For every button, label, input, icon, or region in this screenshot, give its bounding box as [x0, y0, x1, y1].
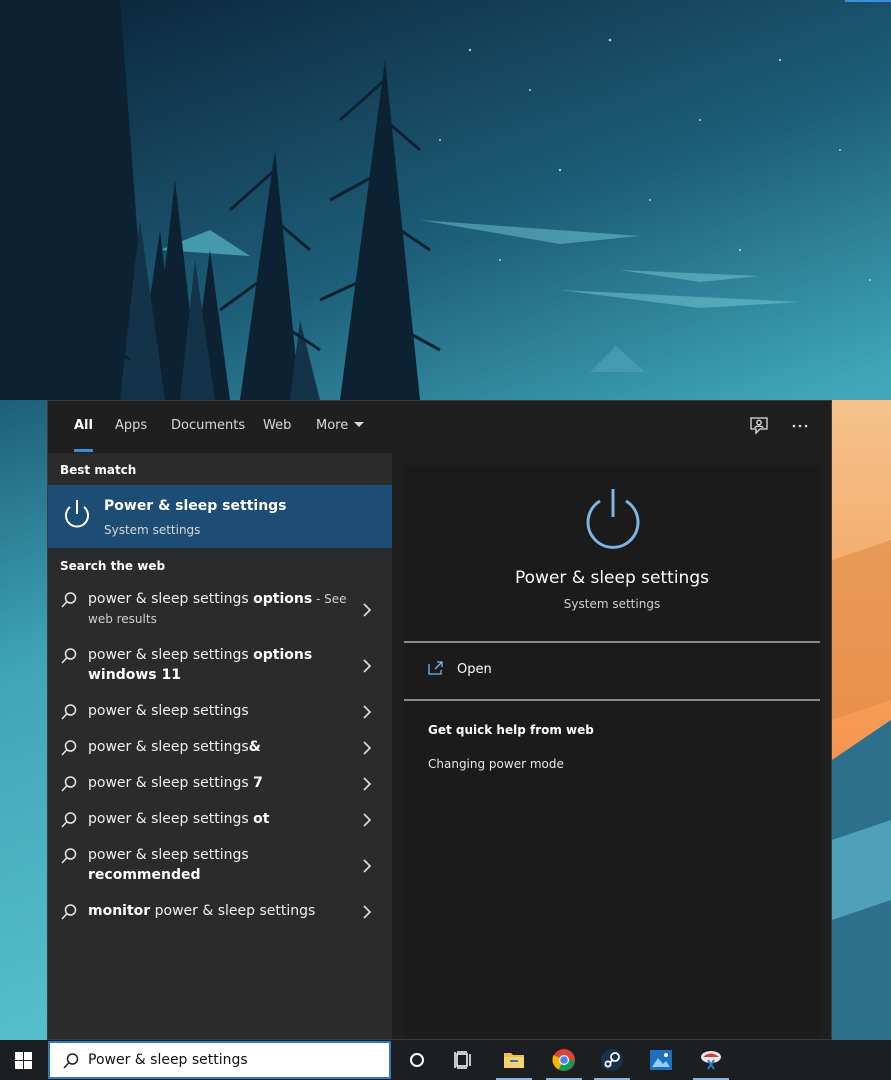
steam-icon [601, 1049, 623, 1071]
search-input-value: Power & sleep settings [88, 1052, 248, 1068]
chevron-right-icon [361, 704, 373, 719]
web-suggestion-monitor[interactable]: monitor power & sleep settings [48, 897, 392, 927]
taskbar: Power & sleep settings [0, 1040, 891, 1080]
web-suggestion-text: power & sleep settings [88, 703, 249, 719]
chevron-right-icon [361, 602, 373, 617]
quick-help-header: Get quick help from web [428, 723, 594, 737]
search-icon [60, 647, 78, 665]
search-icon [60, 811, 78, 829]
preview-card: Power & sleep settings System settings O… [404, 465, 820, 1039]
web-suggestion-text: power & sleep settings recommended [88, 847, 249, 883]
chevron-right-icon [361, 740, 373, 755]
tab-web[interactable]: Web [263, 401, 291, 453]
open-button[interactable]: Open [404, 643, 820, 697]
chevron-right-icon [361, 658, 373, 673]
chevron-right-icon [361, 904, 373, 919]
chevron-right-icon [361, 858, 373, 873]
more-options-icon[interactable] [789, 415, 811, 437]
taskbar-file-explorer[interactable] [490, 1040, 538, 1080]
chevron-down-icon [354, 422, 365, 427]
search-icon [60, 903, 78, 921]
feedback-icon[interactable] [748, 415, 770, 437]
tab-documents[interactable]: Documents [171, 401, 245, 453]
taskbar-search-input[interactable]: Power & sleep settings [48, 1041, 391, 1079]
taskbar-chrome[interactable] [540, 1040, 588, 1080]
web-suggestion-recommended[interactable]: power & sleep settings recommended [48, 841, 392, 891]
cortana-icon [410, 1053, 424, 1067]
web-suggestion-text: power & sleep settings options windows 1… [88, 647, 313, 683]
web-suggestion-options-windows-11[interactable]: power & sleep settings options windows 1… [48, 641, 392, 691]
photos-icon [650, 1050, 672, 1070]
results-pane: Best match Power & sleep settings System… [48, 453, 392, 1039]
help-link-changing-power-mode[interactable]: Changing power mode [428, 757, 564, 771]
divider [404, 699, 820, 701]
best-match-item[interactable]: Power & sleep settings System settings [48, 485, 392, 548]
open-label: Open [457, 662, 492, 677]
web-suggestion-options-see[interactable]: power & sleep settings options - See web… [48, 585, 392, 635]
folder-icon [504, 1053, 524, 1068]
web-suggestion-text: power & sleep settings ot [88, 811, 270, 827]
web-suggestion-7[interactable]: power & sleep settings 7 [48, 769, 392, 799]
taskbar-steam[interactable] [588, 1040, 636, 1080]
chevron-right-icon [361, 812, 373, 827]
search-icon [60, 591, 78, 609]
tab-all[interactable]: All [74, 401, 93, 453]
cortana-button[interactable] [393, 1040, 441, 1080]
web-suggestion-text: monitor power & sleep settings [88, 903, 316, 919]
taskbar-photos[interactable] [637, 1040, 685, 1080]
windows-logo-icon [15, 1052, 32, 1069]
search-web-header: Search the web [60, 559, 166, 573]
web-suggestion-text: power & sleep settings 7 [88, 775, 263, 791]
search-icon [60, 847, 78, 865]
best-match-subtitle: System settings [104, 523, 201, 537]
web-suggestion-ot[interactable]: power & sleep settings ot [48, 805, 392, 835]
web-suggestion-text: power & sleep settings options - See web… [88, 591, 347, 626]
chevron-right-icon [361, 776, 373, 791]
chrome-icon [552, 1049, 575, 1071]
taskbar-snipping-tool[interactable] [687, 1040, 735, 1080]
start-button[interactable] [0, 1040, 47, 1080]
web-suggestion-plain[interactable]: power & sleep settings [48, 697, 392, 727]
open-external-icon [428, 660, 444, 675]
search-icon [62, 1052, 80, 1070]
snipping-tool-icon [701, 1051, 721, 1070]
search-icon [60, 775, 78, 793]
search-icon [60, 739, 78, 757]
search-tab-bar: All Apps Documents Web More [48, 401, 831, 453]
best-match-title: Power & sleep settings [104, 498, 287, 514]
tab-more-label: More [316, 418, 349, 433]
best-match-header: Best match [60, 463, 137, 477]
tab-apps[interactable]: Apps [115, 401, 147, 453]
web-suggestion-ampersand[interactable]: power & sleep settings& [48, 733, 392, 763]
search-icon [60, 703, 78, 721]
task-view-icon [454, 1051, 471, 1069]
power-icon [61, 497, 93, 533]
task-view-button[interactable] [440, 1040, 488, 1080]
web-suggestion-text: power & sleep settings& [88, 739, 261, 755]
preview-subtitle: System settings [563, 597, 661, 611]
power-icon [582, 485, 644, 551]
search-flyout: All Apps Documents Web More Best match P… [47, 400, 832, 1040]
tab-more[interactable]: More [316, 401, 365, 453]
preview-pane: Power & sleep settings System settings O… [392, 453, 831, 1039]
preview-title: Power & sleep settings [515, 568, 709, 588]
